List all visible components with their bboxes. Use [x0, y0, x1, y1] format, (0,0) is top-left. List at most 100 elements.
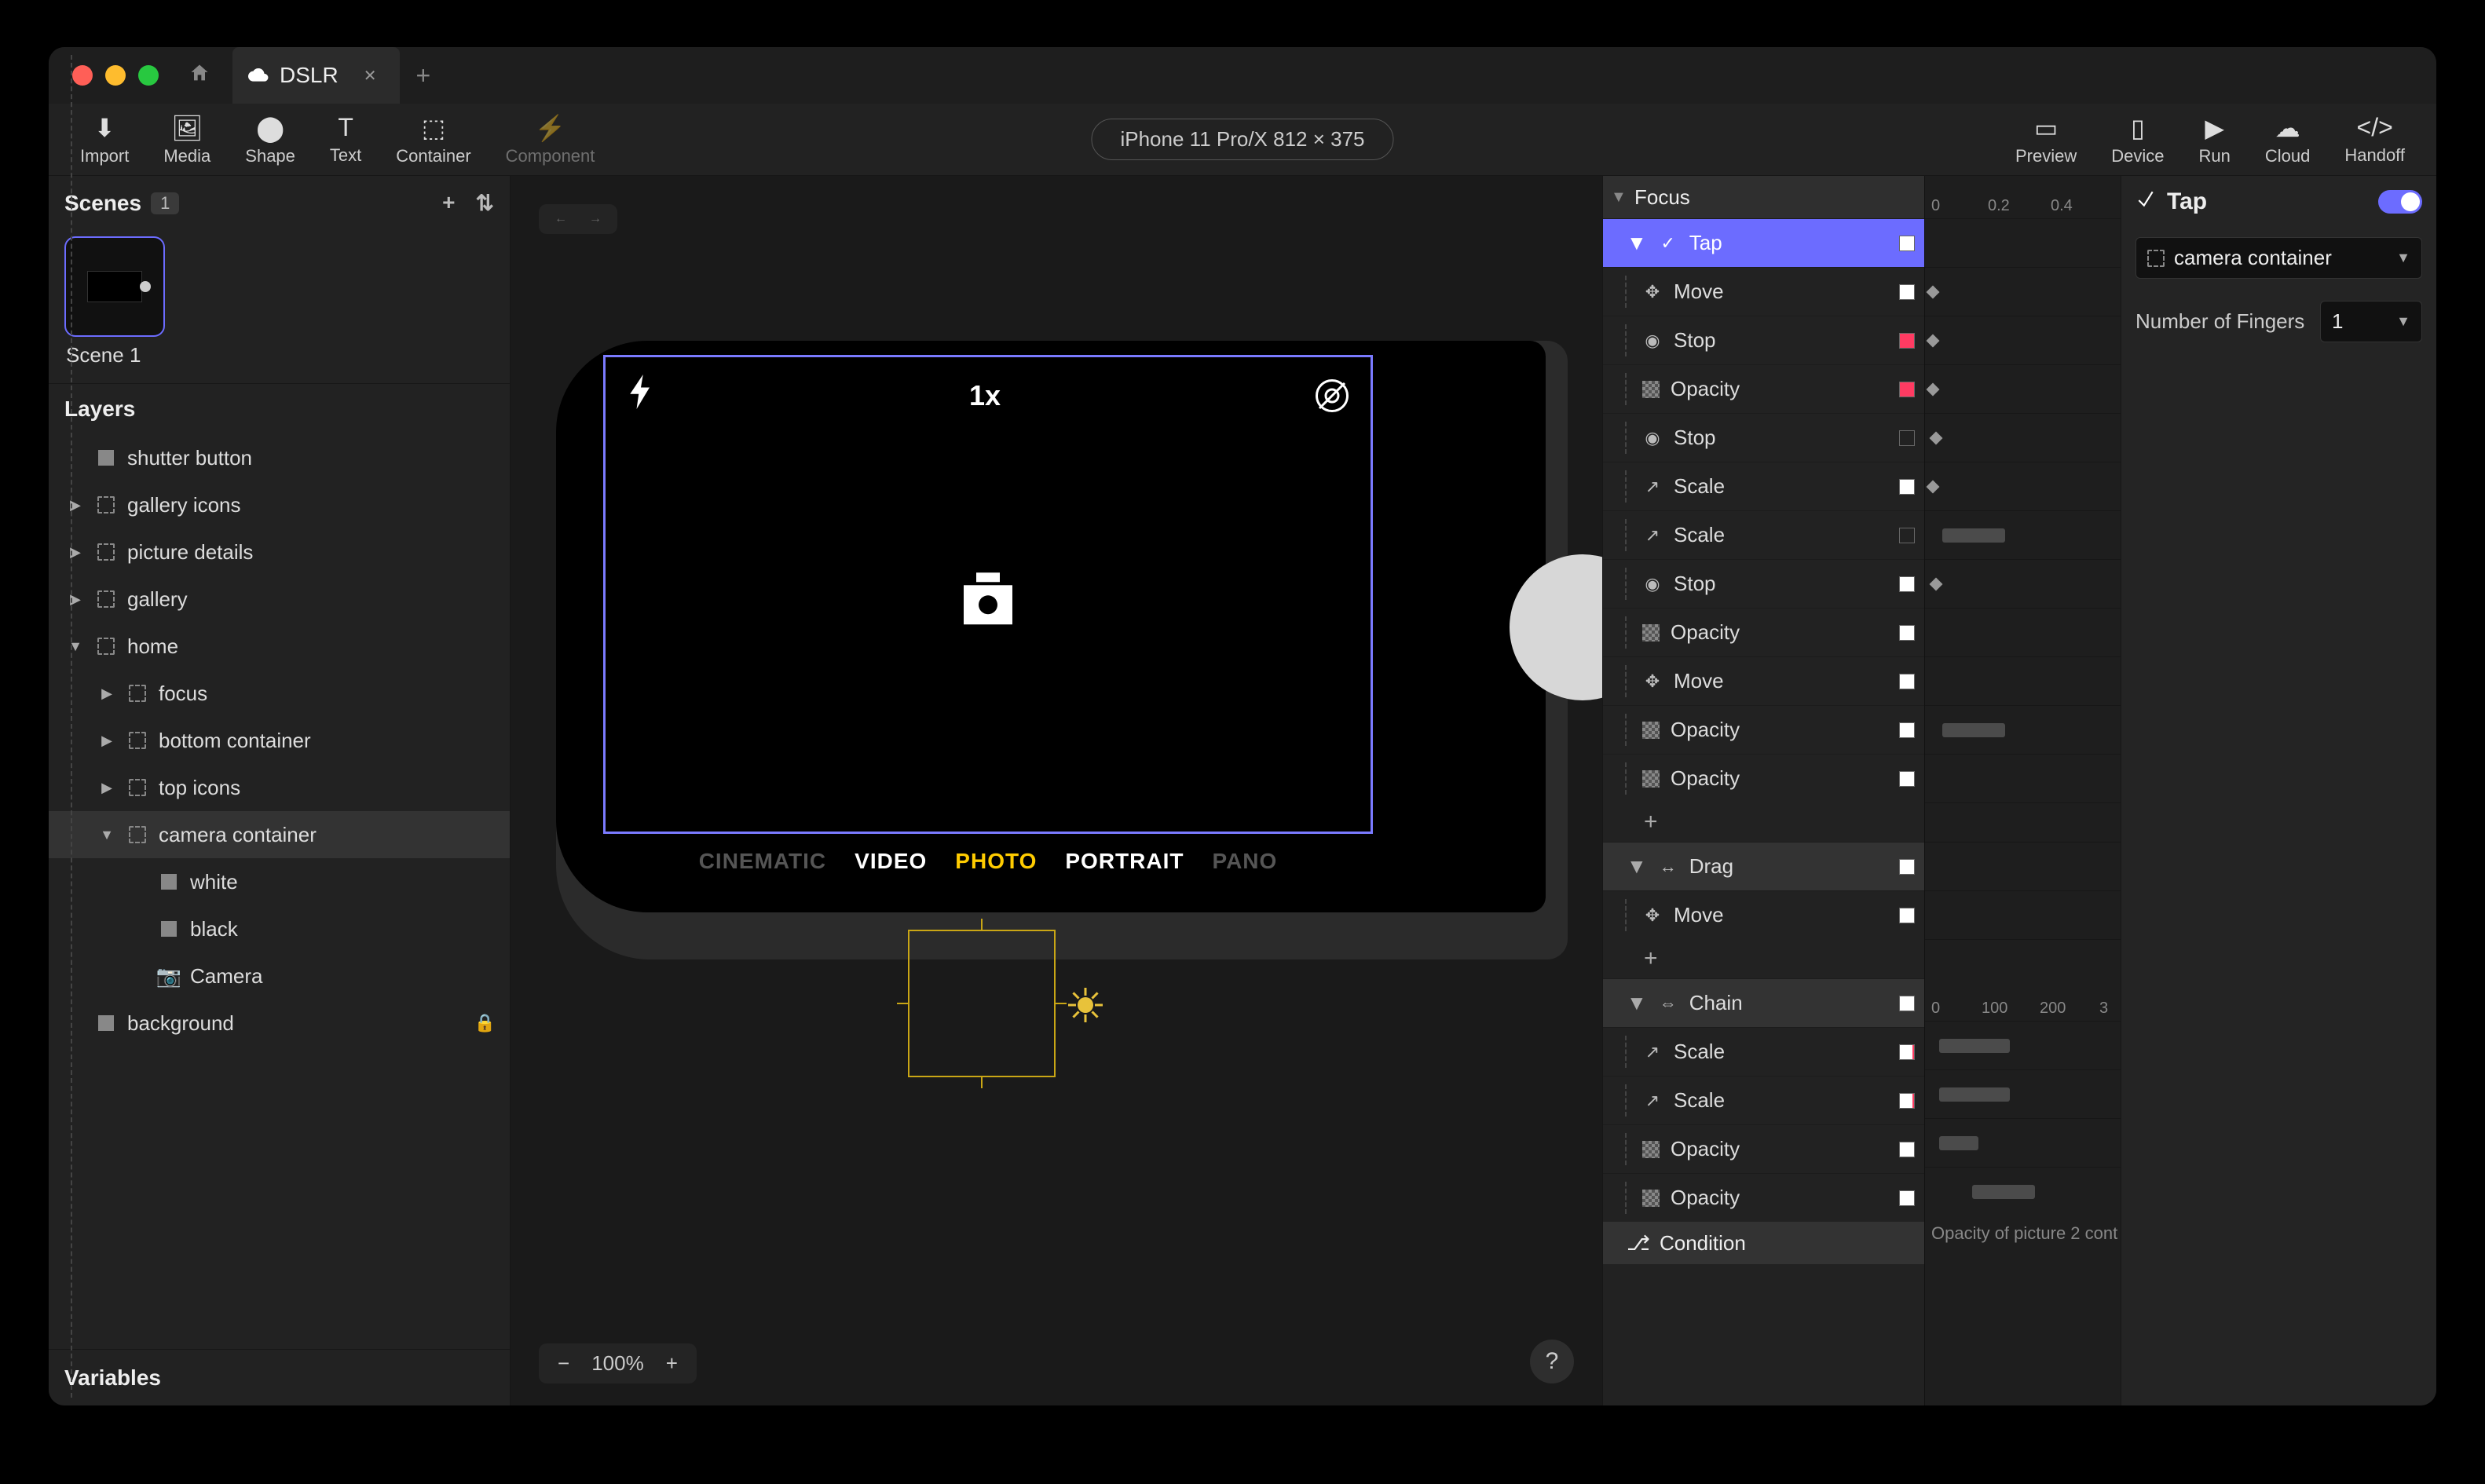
condition-header[interactable]: ⎇Condition	[1603, 1222, 1924, 1264]
tab-dslr[interactable]: DSLR ✕	[232, 47, 400, 104]
import-tool[interactable]: ⬇Import	[63, 113, 146, 166]
action-row[interactable]: Opacity	[1603, 1173, 1924, 1222]
target-selector[interactable]: camera container ▼	[2135, 237, 2422, 279]
action-row[interactable]: ✥Move	[1603, 656, 1924, 705]
scene-thumbnail[interactable]	[64, 236, 165, 337]
action-row[interactable]: ↗Scale	[1603, 510, 1924, 559]
add-tab-button[interactable]: +	[415, 61, 430, 90]
timeline-row[interactable]	[1925, 462, 2121, 510]
layer-row[interactable]: ▶picture details	[49, 528, 510, 576]
action-row[interactable]: ↗Scale	[1603, 462, 1924, 510]
action-row[interactable]: Opacity	[1603, 608, 1924, 656]
timeline-row[interactable]	[1925, 890, 2121, 939]
variables-header[interactable]: Variables	[49, 1349, 510, 1405]
timeline-row[interactable]	[1925, 364, 2121, 413]
timeline-row[interactable]	[1925, 705, 2121, 754]
layer-row[interactable]: ▼camera container	[49, 811, 510, 858]
timeline-row[interactable]	[1925, 218, 2121, 267]
trigger-row[interactable]: ▼✓Tap	[1603, 218, 1924, 267]
action-row[interactable]: ✥Move	[1603, 890, 1924, 939]
timeline-row[interactable]	[1925, 1118, 2121, 1167]
trigger-row[interactable]: ▼↔Drag	[1603, 842, 1924, 890]
container-tool[interactable]: ⬚Container	[379, 113, 488, 166]
action-row[interactable]: ◉Stop	[1603, 413, 1924, 462]
trigger-row[interactable]: ▼⇔Chain	[1603, 978, 1924, 1027]
action-row[interactable]: ◉Stop	[1603, 559, 1924, 608]
minimize-window-button[interactable]	[105, 65, 126, 86]
action-row[interactable]: ↗Scale	[1603, 1076, 1924, 1124]
color-swatch[interactable]	[1899, 576, 1915, 592]
layer-row[interactable]: ▶gallery icons	[49, 481, 510, 528]
color-swatch[interactable]	[1899, 430, 1915, 446]
timeline-row[interactable]	[1925, 267, 2121, 316]
zoom-in-button[interactable]: +	[666, 1351, 678, 1376]
layer-row[interactable]: black	[49, 905, 510, 952]
timeline-row[interactable]	[1925, 316, 2121, 364]
timeline-row[interactable]	[1925, 608, 2121, 656]
layer-row[interactable]: 📷Camera	[49, 952, 510, 1000]
add-action-button[interactable]: +	[1603, 939, 1924, 978]
color-swatch[interactable]	[1899, 722, 1915, 738]
add-action-button[interactable]: +	[1603, 802, 1924, 842]
text-tool[interactable]: TText	[313, 113, 379, 166]
timeline-row[interactable]	[1925, 1021, 2121, 1069]
handoff-tool[interactable]: </>Handoff	[2327, 113, 2422, 166]
camera-container-selection[interactable]: 1x	[603, 355, 1373, 834]
color-swatch[interactable]	[1899, 771, 1915, 787]
run-tool[interactable]: ▶Run	[2182, 113, 2248, 166]
color-swatch[interactable]	[1899, 1142, 1915, 1157]
back-button[interactable]: ←	[554, 212, 567, 226]
focus-group-header[interactable]: ▼ Focus	[1603, 176, 1924, 218]
device-tool[interactable]: ▯Device	[2094, 113, 2181, 166]
device-selector[interactable]: iPhone 11 Pro/X 812 × 375	[1091, 119, 1393, 160]
layer-row[interactable]: ▶bottom container	[49, 717, 510, 764]
color-swatch[interactable]	[1899, 479, 1915, 495]
color-swatch[interactable]	[1899, 908, 1915, 923]
color-swatch[interactable]	[1899, 996, 1915, 1011]
color-swatch[interactable]	[1899, 333, 1915, 349]
add-scene-button[interactable]: +	[442, 190, 455, 216]
fingers-selector[interactable]: 1 ▼	[2320, 301, 2422, 342]
action-row[interactable]: ↗Scale	[1603, 1027, 1924, 1076]
layer-row[interactable]: ▼home	[49, 623, 510, 670]
action-row[interactable]: Opacity	[1603, 1124, 1924, 1173]
layer-row[interactable]: white	[49, 858, 510, 905]
color-swatch[interactable]	[1899, 859, 1915, 875]
shape-tool[interactable]: ⬤Shape	[228, 113, 313, 166]
timeline-row[interactable]	[1925, 1069, 2121, 1118]
timeline-row[interactable]	[1925, 754, 2121, 802]
action-row[interactable]: ✥Move	[1603, 267, 1924, 316]
media-tool[interactable]: 🖼Media	[146, 113, 228, 166]
color-swatch[interactable]	[1899, 382, 1915, 397]
color-swatch[interactable]	[1899, 528, 1915, 543]
timeline-row[interactable]	[1925, 842, 2121, 890]
component-tool[interactable]: ⚡Component	[489, 113, 613, 166]
close-window-button[interactable]	[72, 65, 93, 86]
color-swatch[interactable]	[1899, 1190, 1915, 1206]
timeline-row[interactable]	[1925, 413, 2121, 462]
forward-button[interactable]: →	[589, 212, 602, 226]
trigger-enable-toggle[interactable]	[2378, 190, 2422, 214]
timeline-row[interactable]	[1925, 1167, 2121, 1215]
color-swatch[interactable]	[1899, 284, 1915, 300]
canvas[interactable]: ← → 1x CI	[511, 176, 1602, 1405]
color-swatch[interactable]	[1899, 1044, 1915, 1060]
home-button[interactable]	[188, 62, 210, 90]
preview-tool[interactable]: ▭Preview	[1998, 113, 2094, 166]
color-swatch[interactable]	[1899, 625, 1915, 641]
timeline-row[interactable]	[1925, 559, 2121, 608]
timeline-row[interactable]	[1925, 510, 2121, 559]
layer-row[interactable]: ▶gallery	[49, 576, 510, 623]
zoom-out-button[interactable]: −	[558, 1351, 569, 1376]
timeline-row[interactable]	[1925, 656, 2121, 705]
action-row[interactable]: Opacity	[1603, 705, 1924, 754]
help-button[interactable]: ?	[1530, 1340, 1574, 1383]
cloud-tool[interactable]: ☁Cloud	[2248, 113, 2327, 166]
action-row[interactable]: Opacity	[1603, 364, 1924, 413]
scene-settings-button[interactable]: ⇅	[476, 190, 494, 216]
fullscreen-window-button[interactable]	[138, 65, 159, 86]
layer-row[interactable]: ▶focus	[49, 670, 510, 717]
color-swatch[interactable]	[1899, 674, 1915, 689]
action-row[interactable]: Opacity	[1603, 754, 1924, 802]
layer-row[interactable]: shutter button	[49, 434, 510, 481]
